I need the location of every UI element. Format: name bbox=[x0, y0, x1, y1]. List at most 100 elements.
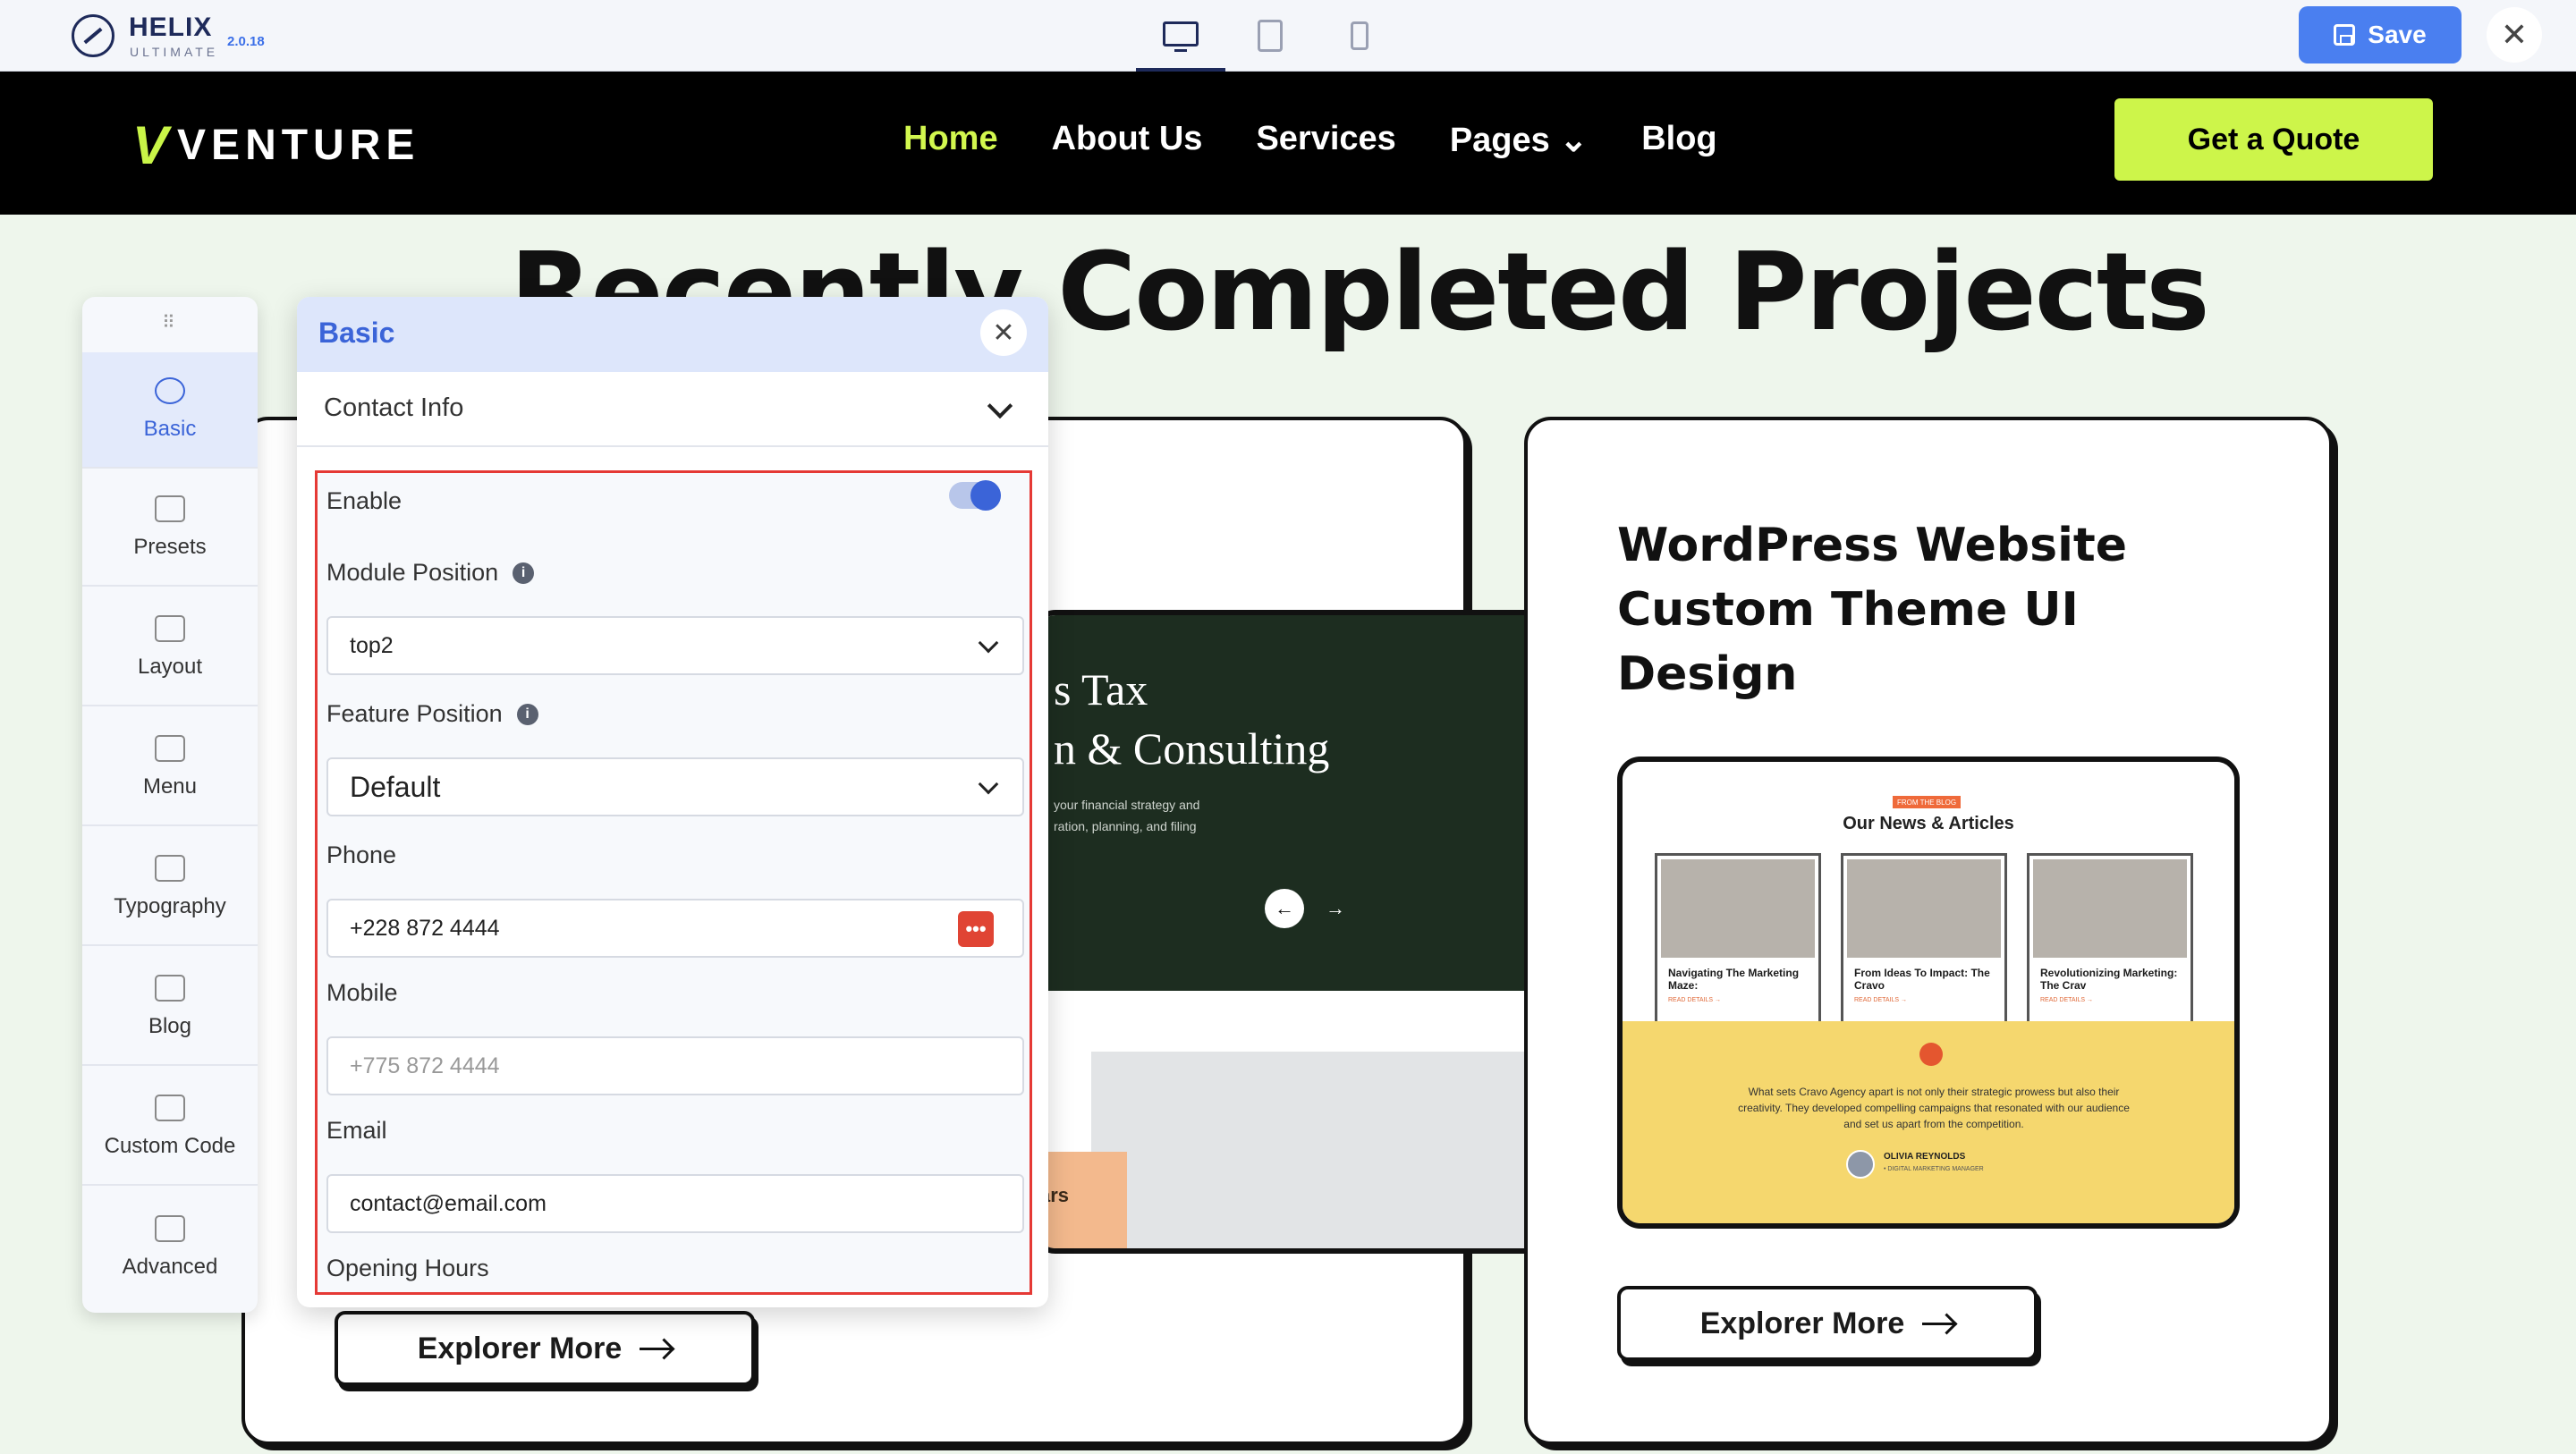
gear-icon bbox=[155, 377, 185, 404]
logo-text: VENTURE bbox=[177, 122, 420, 169]
explore-label: Explorer More bbox=[1699, 1306, 1905, 1340]
avatar bbox=[1846, 1150, 1875, 1179]
chevron-down-icon bbox=[987, 393, 1013, 419]
info-icon[interactable]: i bbox=[516, 703, 538, 725]
preview-post-card: Navigating The Marketing Maze: READ DETAI… bbox=[1655, 853, 1821, 1030]
mobile-input[interactable]: +775 872 4444 bbox=[326, 1036, 1024, 1095]
menu-icon bbox=[155, 735, 185, 762]
sidebar-item-label: Typography bbox=[114, 894, 226, 918]
enable-label: Enable bbox=[326, 487, 402, 514]
chevron-down-icon bbox=[978, 632, 999, 654]
opening-hours-label: Opening Hours bbox=[326, 1255, 489, 1281]
helix-logo-sub: ULTIMATE bbox=[130, 45, 219, 59]
preview-text: your financial strategy and ration, plan… bbox=[1054, 798, 1200, 833]
section-accordion[interactable]: Contact Info bbox=[297, 372, 1048, 447]
arrow-right-icon[interactable]: → bbox=[1326, 889, 1345, 928]
close-builder-button[interactable]: ✕ bbox=[2487, 7, 2542, 63]
blog-icon bbox=[155, 975, 185, 1002]
project-preview: FROM THE BLOG Our News & Articles Naviga… bbox=[1617, 757, 2240, 1229]
drag-handle-icon[interactable]: ⠿ bbox=[82, 311, 258, 334]
sidebar-item-menu[interactable]: Menu bbox=[82, 710, 258, 826]
post-image bbox=[1661, 859, 1815, 958]
advanced-icon bbox=[155, 1215, 185, 1242]
select-value: top2 bbox=[350, 632, 394, 658]
typography-icon bbox=[155, 855, 185, 882]
post-image bbox=[1847, 859, 2001, 958]
field-label: Feature Position bbox=[326, 700, 503, 727]
sidebar-item-basic[interactable]: Basic bbox=[82, 352, 258, 469]
desktop-view-button[interactable] bbox=[1136, 0, 1225, 72]
builder-sidebar: ⠿ Basic Presets Layout Menu Typography B… bbox=[82, 297, 258, 1313]
author-role: • DIGITAL MARKETING MANAGER bbox=[1884, 1166, 1984, 1172]
sidebar-item-advanced[interactable]: Advanced bbox=[82, 1189, 258, 1306]
post-link: READ DETAILS → bbox=[1668, 997, 1721, 1003]
tablet-icon bbox=[1258, 20, 1283, 52]
module-position-select[interactable]: top2 bbox=[326, 616, 1024, 675]
get-a-quote-button[interactable]: Get a Quote bbox=[2114, 98, 2433, 181]
arrow-right-icon bbox=[1922, 1322, 1955, 1325]
more-options-icon[interactable]: ••• bbox=[958, 911, 994, 947]
nav-about-us[interactable]: About Us bbox=[1052, 120, 1203, 160]
preview-badge: FROM THE BLOG bbox=[1893, 796, 1961, 808]
field-label: Module Position bbox=[326, 559, 499, 586]
save-icon bbox=[2334, 24, 2356, 46]
panel-close-button[interactable]: ✕ bbox=[980, 309, 1027, 356]
preview-testimonial: What sets Cravo Agency apart is not only… bbox=[1623, 1021, 2234, 1223]
preview-blog-section: FROM THE BLOG Our News & Articles Naviga… bbox=[1623, 762, 2234, 1030]
post-title: Navigating The Marketing Maze: bbox=[1668, 967, 1800, 992]
arrow-left-icon[interactable]: ← bbox=[1265, 889, 1304, 928]
save-button[interactable]: Save bbox=[2299, 6, 2462, 63]
helix-logo-icon bbox=[72, 14, 114, 57]
sidebar-item-blog[interactable]: Blog bbox=[82, 950, 258, 1066]
phone-label: Phone bbox=[326, 841, 397, 868]
save-label: Save bbox=[2368, 21, 2427, 48]
code-icon bbox=[155, 1095, 185, 1121]
sidebar-item-label: Custom Code bbox=[104, 1134, 236, 1158]
phone-input[interactable]: +228 872 4444 ••• bbox=[326, 899, 1024, 958]
sidebar-item-label: Menu bbox=[142, 774, 198, 799]
mobile-view-button[interactable] bbox=[1315, 0, 1404, 72]
preview-post-card: Revolutionizing Marketing: The Crav READ … bbox=[2027, 853, 2193, 1030]
feature-position-label: Feature Position i bbox=[326, 700, 538, 728]
sidebar-item-custom-code[interactable]: Custom Code bbox=[82, 1069, 258, 1186]
nav-services[interactable]: Services bbox=[1256, 120, 1395, 160]
mobile-label: Mobile bbox=[326, 979, 398, 1006]
email-input[interactable]: contact@email.com bbox=[326, 1174, 1024, 1233]
sidebar-item-label: Presets bbox=[133, 535, 207, 559]
sidebar-item-label: Blog bbox=[148, 1014, 192, 1038]
site-header: V VENTURE Home About Us Services Pages ⌄ … bbox=[0, 72, 2576, 215]
author-name: OLIVIA REYNOLDS bbox=[1884, 1152, 1966, 1162]
helix-logo-name: HELIX bbox=[129, 13, 213, 42]
sidebar-item-presets[interactable]: Presets bbox=[82, 470, 258, 587]
project-title: WordPress Website Custom Theme UI Design bbox=[1617, 519, 2128, 701]
site-logo[interactable]: V VENTURE bbox=[132, 114, 419, 176]
sidebar-item-layout[interactable]: Layout bbox=[82, 590, 258, 706]
explore-more-button[interactable]: Explorer More bbox=[335, 1311, 755, 1386]
tablet-view-button[interactable] bbox=[1225, 0, 1315, 72]
nav-blog[interactable]: Blog bbox=[1641, 120, 1716, 160]
preview-post-card: From Ideas To Impact: The Cravo READ DETA… bbox=[1841, 853, 2007, 1030]
preview-corner-text: ars bbox=[1038, 1152, 1127, 1248]
email-label: Email bbox=[326, 1117, 387, 1144]
nav-pages[interactable]: Pages ⌄ bbox=[1450, 120, 1588, 160]
info-icon[interactable]: i bbox=[513, 562, 535, 584]
post-title: From Ideas To Impact: The Cravo bbox=[1854, 967, 1990, 992]
post-link: READ DETAILS → bbox=[2040, 997, 2093, 1003]
project-card: WordPress Website Custom Theme UI Design… bbox=[1524, 417, 2333, 1445]
quote-icon bbox=[1919, 1043, 1943, 1066]
phone-value: +228 872 4444 bbox=[350, 915, 500, 941]
explore-more-button[interactable]: Explorer More bbox=[1617, 1286, 2038, 1361]
logo-mark: V bbox=[132, 115, 174, 175]
builder-topbar: HELIX ULTIMATE 2.0.18 Save ✕ bbox=[0, 0, 2576, 72]
sidebar-item-typography[interactable]: Typography bbox=[82, 830, 258, 946]
main-nav: Home About Us Services Pages ⌄ Blog bbox=[903, 120, 1717, 160]
contact-info-fields: Enable Module Position i top2 Feature Pos… bbox=[315, 470, 1032, 1295]
feature-position-select[interactable]: Default bbox=[326, 757, 1024, 816]
nav-home[interactable]: Home bbox=[903, 120, 998, 160]
layout-icon bbox=[155, 615, 185, 642]
nav-pages-label: Pages bbox=[1449, 122, 1550, 159]
post-link: READ DETAILS → bbox=[1854, 997, 1907, 1003]
post-image bbox=[2033, 859, 2187, 958]
enable-toggle[interactable] bbox=[949, 480, 1001, 511]
desktop-icon bbox=[1163, 21, 1199, 52]
